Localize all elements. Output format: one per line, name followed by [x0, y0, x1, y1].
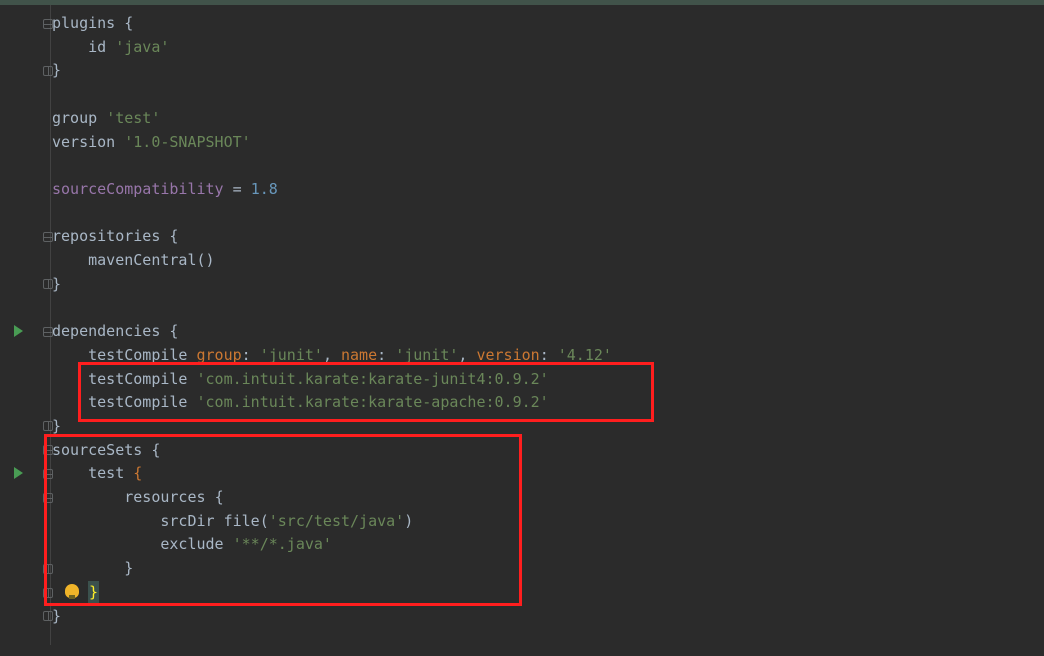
token: ) — [404, 512, 413, 530]
token: resources — [52, 488, 215, 506]
fold-toggle-icon[interactable] — [42, 18, 54, 30]
fold-toggle-icon[interactable] — [42, 444, 54, 456]
token: testCompile — [52, 393, 197, 411]
token: : — [377, 346, 395, 364]
fold-toggle-icon[interactable] — [42, 468, 54, 480]
fold-end-icon[interactable] — [42, 65, 54, 77]
token: sourceSets — [52, 441, 151, 459]
code-line[interactable]: repositories { — [52, 225, 178, 249]
token: name — [341, 346, 377, 364]
code-line[interactable]: sourceCompatibility = 1.8 — [52, 178, 278, 202]
token: sourceCompatibility — [52, 180, 224, 198]
indent-guide — [50, 5, 51, 645]
token: repositories — [52, 227, 169, 245]
token: 'src/test/java' — [269, 512, 404, 530]
fold-end-icon[interactable] — [42, 563, 54, 575]
code-line[interactable]: plugins { — [52, 12, 133, 36]
token: = — [224, 180, 251, 198]
code-line[interactable]: dependencies { — [52, 320, 178, 344]
run-gutter-icon[interactable] — [14, 467, 23, 479]
token: { — [169, 227, 178, 245]
token: dependencies — [52, 322, 169, 340]
token: plugins — [52, 14, 124, 32]
token: 'test' — [106, 109, 160, 127]
token: srcDir file( — [52, 512, 269, 530]
code-line[interactable]: sourceSets { — [52, 439, 160, 463]
token: '**/*.java' — [233, 535, 332, 553]
token: id — [52, 38, 115, 56]
code-line[interactable]: testCompile 'com.intuit.karate:karate-ju… — [52, 368, 549, 392]
token: 'junit' — [395, 346, 458, 364]
code-line[interactable]: resources { — [52, 486, 224, 510]
token: version — [52, 133, 124, 151]
token: '4.12' — [558, 346, 612, 364]
token: , — [323, 346, 341, 364]
fold-end-icon[interactable] — [42, 587, 54, 599]
token: { — [151, 441, 160, 459]
token: 'junit' — [260, 346, 323, 364]
fold-toggle-icon[interactable] — [42, 231, 54, 243]
intention-bulb-icon[interactable] — [65, 584, 79, 598]
token: { — [124, 14, 133, 32]
code-line[interactable]: mavenCentral() — [52, 249, 215, 273]
token: group — [52, 109, 106, 127]
code-line[interactable]: } — [52, 557, 133, 581]
token: test — [52, 464, 133, 482]
fold-end-icon[interactable] — [42, 420, 54, 432]
token: version — [476, 346, 539, 364]
token: : — [242, 346, 260, 364]
fold-end-icon[interactable] — [42, 278, 54, 290]
token: 'com.intuit.karate:karate-apache:0.9.2' — [197, 393, 549, 411]
token: { — [215, 488, 224, 506]
fold-toggle-icon[interactable] — [42, 326, 54, 338]
code-line[interactable]: testCompile group: 'junit', name: 'junit… — [52, 344, 612, 368]
matched-brace: } — [88, 581, 99, 605]
token: } — [52, 559, 133, 577]
code-line[interactable]: exclude '**/*.java' — [52, 533, 332, 557]
token: testCompile — [52, 346, 197, 364]
token: 'com.intuit.karate:karate-junit4:0.9.2' — [197, 370, 549, 388]
token: , — [458, 346, 476, 364]
code-line[interactable]: group 'test' — [52, 107, 160, 131]
token: testCompile — [52, 370, 197, 388]
code-editor[interactable]: plugins { id 'java' } group 'test' versi… — [0, 0, 1044, 656]
token: 'java' — [115, 38, 169, 56]
code-line[interactable]: id 'java' — [52, 36, 169, 60]
editor-top-strip — [0, 0, 1044, 5]
token: group — [197, 346, 242, 364]
code-line[interactable]: srcDir file('src/test/java') — [52, 510, 413, 534]
code-line[interactable]: test { — [52, 462, 142, 486]
fold-end-icon[interactable] — [42, 610, 54, 622]
token: mavenCentral() — [52, 251, 215, 269]
code-line[interactable]: version '1.0-SNAPSHOT' — [52, 131, 251, 155]
run-gutter-icon[interactable] — [14, 325, 23, 337]
token: '1.0-SNAPSHOT' — [124, 133, 250, 151]
code-line[interactable]: testCompile 'com.intuit.karate:karate-ap… — [52, 391, 549, 415]
token: { — [169, 322, 178, 340]
token: { — [133, 464, 142, 482]
token: 1.8 — [251, 180, 278, 198]
token: : — [540, 346, 558, 364]
fold-toggle-icon[interactable] — [42, 492, 54, 504]
token: exclude — [52, 535, 233, 553]
